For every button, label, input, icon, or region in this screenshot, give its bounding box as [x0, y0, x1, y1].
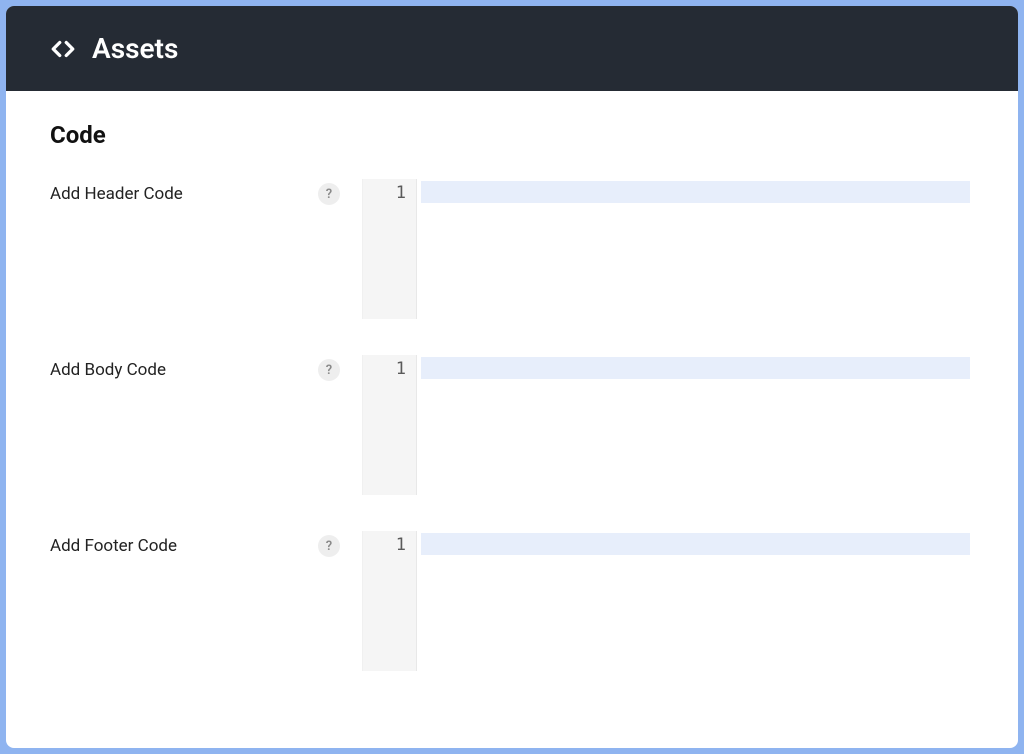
field-label-wrap: Add Body Code ?	[50, 355, 340, 381]
panel-header: Assets	[6, 6, 1018, 91]
field-label: Add Header Code	[50, 184, 308, 204]
field-row-header-code: Add Header Code ? 1	[50, 179, 974, 319]
field-row-body-code: Add Body Code ? 1	[50, 355, 974, 495]
code-area	[417, 531, 974, 671]
field-row-footer-code: Add Footer Code ? 1	[50, 531, 974, 671]
assets-panel: Assets Code Add Header Code ? 1	[6, 6, 1018, 748]
panel-title: Assets	[92, 32, 178, 65]
code-editor-body: 1	[362, 355, 974, 495]
field-label: Add Body Code	[50, 360, 308, 380]
line-number: 1	[363, 535, 406, 555]
panel-content: Code Add Header Code ? 1 Add Body Code	[6, 91, 1018, 748]
code-gutter: 1	[363, 531, 417, 671]
line-number: 1	[363, 359, 406, 379]
help-icon[interactable]: ?	[318, 183, 340, 205]
header-code-input[interactable]	[417, 179, 974, 319]
field-label-wrap: Add Header Code ?	[50, 179, 340, 205]
line-number: 1	[363, 183, 406, 203]
body-code-input[interactable]	[417, 355, 974, 495]
code-icon	[50, 36, 76, 62]
section-title: Code	[50, 121, 974, 149]
code-editor-footer: 1	[362, 531, 974, 671]
help-icon[interactable]: ?	[318, 535, 340, 557]
code-editor-header: 1	[362, 179, 974, 319]
code-gutter: 1	[363, 179, 417, 319]
code-area	[417, 179, 974, 319]
field-label-wrap: Add Footer Code ?	[50, 531, 340, 557]
footer-code-input[interactable]	[417, 531, 974, 671]
code-area	[417, 355, 974, 495]
code-gutter: 1	[363, 355, 417, 495]
help-icon[interactable]: ?	[318, 359, 340, 381]
field-label: Add Footer Code	[50, 536, 308, 556]
